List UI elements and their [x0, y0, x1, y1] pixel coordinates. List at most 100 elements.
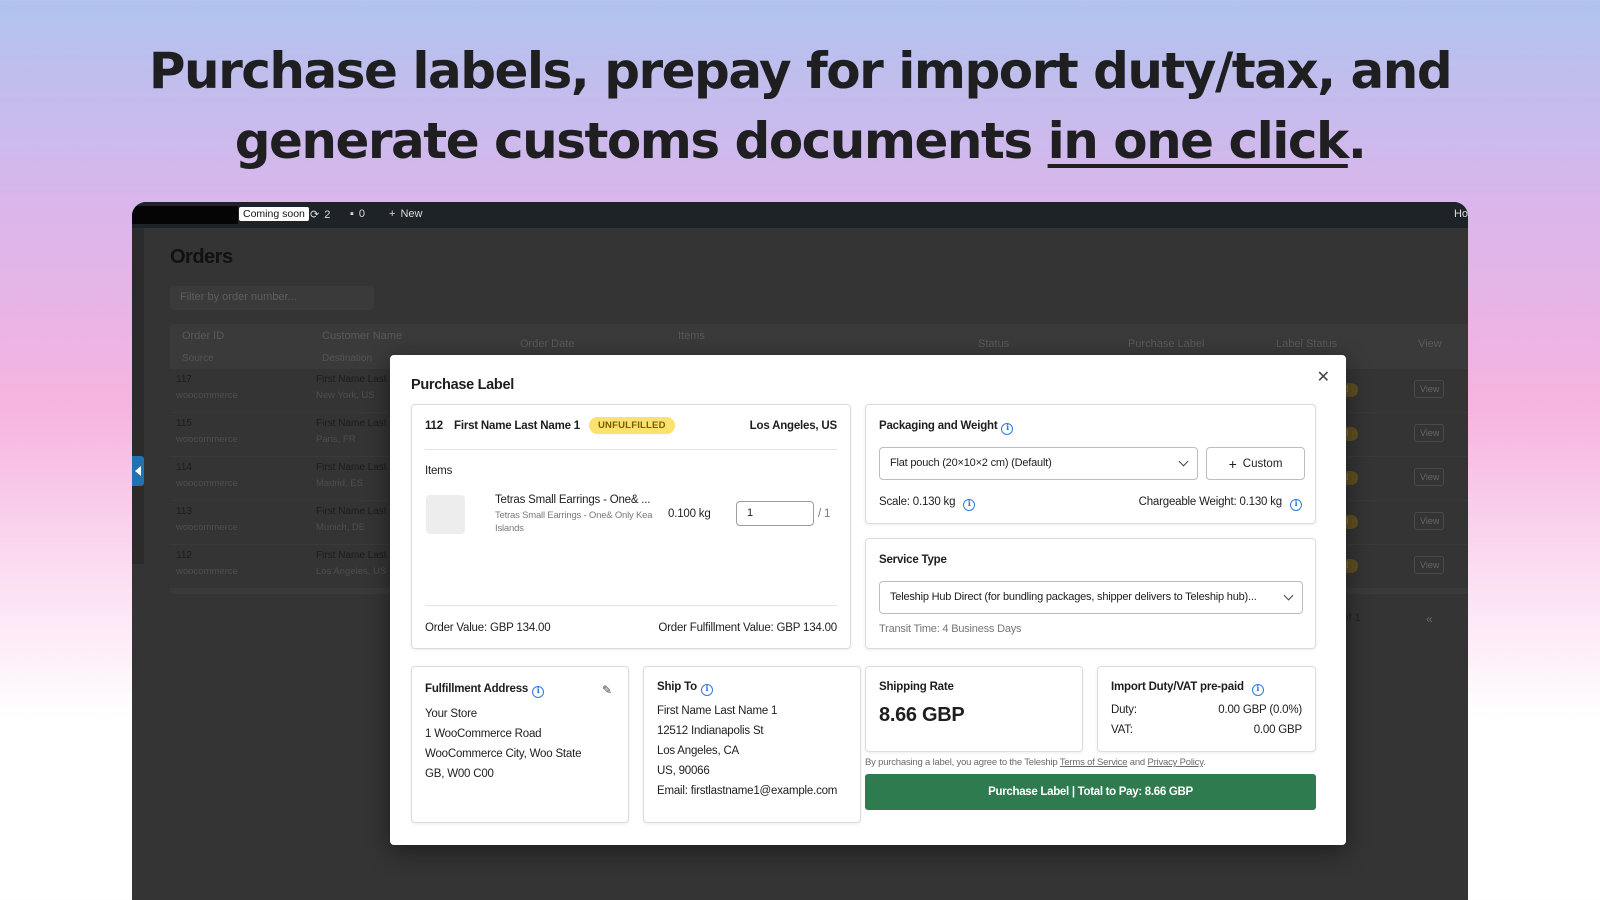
info-icon[interactable]: i: [700, 684, 713, 696]
custom-packaging-button[interactable]: + Custom: [1206, 447, 1305, 480]
item-thumbnail: [426, 495, 465, 534]
view-button[interactable]: View: [1414, 424, 1444, 442]
site-logo-block[interactable]: [132, 206, 238, 224]
purchase-label-modal: Purchase Label ✕ 112 First Name Last Nam…: [390, 355, 1346, 845]
scale-value: 0.130 kg: [912, 496, 956, 508]
fulfillment-title-text: Fulfillment Address: [425, 683, 529, 695]
col-header-label-status: Label Status: [1276, 338, 1338, 350]
scale-label: Scale:: [879, 496, 910, 508]
ship-to-title-text: Ship To: [657, 681, 697, 693]
comments-count: 0: [358, 208, 366, 220]
shipping-rate-title: Shipping Rate: [879, 681, 954, 693]
order-number: 112: [425, 420, 443, 432]
order-destination: Madrid, ES: [316, 478, 363, 489]
col-subheader-destination: Destination: [322, 353, 373, 364]
chevron-down-icon: [1283, 590, 1294, 601]
order-value: Order Value: GBP 134.00: [425, 622, 551, 634]
chargeable-value: 0.130 kg: [1239, 496, 1282, 508]
service-type-title: Service Type: [879, 554, 947, 566]
vat-label: VAT:: [1111, 724, 1133, 736]
order-id: 117: [176, 374, 192, 385]
chevron-down-icon: [1178, 456, 1189, 467]
comment-icon: ▪: [350, 208, 354, 220]
close-icon[interactable]: ✕: [1317, 367, 1330, 387]
order-id: 113: [176, 506, 192, 517]
address-line: 1 WooCommerce Road: [425, 728, 542, 740]
customer-name: First Name Last: [316, 418, 387, 429]
order-value-amount: GBP 134.00: [489, 622, 551, 634]
customer-name: First Name Last: [316, 550, 387, 561]
order-source: woocommerce: [176, 566, 238, 577]
order-destination: Los Angeles, US: [749, 420, 838, 432]
terms-link[interactable]: Terms of Service: [1060, 757, 1128, 768]
packaging-title-text: Packaging and Weight: [879, 420, 998, 432]
legal-notice: By purchasing a label, you agree to the …: [865, 757, 1206, 768]
coming-soon-badge[interactable]: Coming soon: [239, 207, 309, 221]
col-header-status[interactable]: Status: [978, 338, 1009, 350]
service-type-select[interactable]: Teleship Hub Direct (for bundling packag…: [879, 581, 1303, 614]
headline-highlight: in one click: [1047, 112, 1350, 170]
view-button[interactable]: View: [1414, 380, 1444, 398]
vat-value: 0.00 GBP: [1253, 724, 1302, 736]
fulfillment-value-label: Order Fulfillment Value:: [658, 622, 774, 634]
collapse-arrow-icon[interactable]: [132, 456, 144, 486]
purchase-label-button[interactable]: Purchase Label | Total to Pay: 8.66 GBP: [865, 774, 1316, 810]
address-line: GB, W00 C00: [425, 768, 494, 780]
order-filter-input[interactable]: Filter by order number...: [170, 286, 374, 310]
quantity-input[interactable]: 1: [736, 501, 814, 526]
order-id: 115: [176, 418, 192, 429]
legal-and: and: [1127, 757, 1148, 768]
privacy-link[interactable]: Privacy Policy: [1147, 757, 1203, 768]
order-source: woocommerce: [176, 390, 238, 401]
ship-to-card: Ship To i First Name Last Name 1 12512 In…: [643, 666, 861, 823]
headline-line-2: generate customs documents in one click.: [0, 106, 1600, 176]
marketing-headline: Purchase labels, prepay for import duty/…: [0, 36, 1600, 176]
ship-to-line: 12512 Indianapolis St: [657, 725, 764, 737]
customer-name: First Name Last: [316, 462, 387, 473]
info-icon[interactable]: i: [532, 686, 545, 698]
col-header-customer-name[interactable]: Customer Name: [322, 330, 402, 342]
pagination-prev-button[interactable]: «: [1426, 612, 1433, 626]
divider: [425, 605, 837, 606]
info-icon[interactable]: i: [1001, 423, 1014, 435]
quantity-max: / 1: [818, 508, 831, 520]
headline-line-1: Purchase labels, prepay for import duty/…: [148, 42, 1453, 100]
packaging-select[interactable]: Flat pouch (20×10×2 cm) (Default): [879, 447, 1198, 480]
info-icon[interactable]: i: [1290, 499, 1302, 511]
transit-time: Transit Time: 4 Business Days: [879, 623, 1022, 635]
col-header-order-date[interactable]: Order Date: [520, 338, 574, 350]
updates-item[interactable]: ⟳ 2: [310, 208, 330, 222]
view-button[interactable]: View: [1414, 468, 1444, 486]
import-duty-card: Import Duty/VAT pre-paid i Duty: 0.00 GBP…: [1097, 666, 1316, 752]
ship-to-line: First Name Last Name 1: [657, 705, 778, 717]
service-type-card: Service Type Teleship Hub Direct (for bu…: [865, 538, 1316, 649]
ship-to-title: Ship To i: [657, 681, 713, 696]
admin-bar-right-text[interactable]: Ho: [1454, 208, 1468, 220]
info-icon[interactable]: i: [963, 499, 976, 511]
col-header-items[interactable]: Items: [678, 330, 705, 342]
customer-name: First Name Last: [316, 374, 387, 385]
info-icon[interactable]: i: [1251, 684, 1264, 696]
order-destination: New York, US: [316, 390, 375, 401]
view-button[interactable]: View: [1414, 556, 1444, 574]
order-source: woocommerce: [176, 434, 238, 445]
ship-to-line: Los Angeles, CA: [657, 745, 740, 757]
col-header-order-id[interactable]: Order ID: [182, 330, 224, 342]
comments-item[interactable]: ▪ 0: [350, 208, 365, 220]
item-weight: 0.100 kg: [668, 508, 711, 520]
packaging-title: Packaging and Weight i: [879, 420, 1014, 435]
modal-title: Purchase Label: [411, 377, 514, 393]
order-destination: Los Angeles, US: [316, 566, 387, 577]
legal-prefix: By purchasing a label, you agree to the …: [865, 757, 1060, 768]
order-destination: Paris, FR: [316, 434, 356, 445]
packaging-card: Packaging and Weight i Flat pouch (20×10×…: [865, 404, 1316, 524]
headline-line-2-suffix: .: [1347, 112, 1367, 170]
col-header-purchase-label: Purchase Label: [1128, 338, 1205, 350]
new-item[interactable]: + New: [389, 208, 422, 220]
shipping-rate-value: 8.66 GBP: [879, 704, 965, 726]
order-destination: Munich, DE: [316, 522, 366, 533]
status-badge: UNFULFILLED: [589, 417, 675, 434]
view-button[interactable]: View: [1414, 512, 1444, 530]
fulfillment-address-title: Fulfillment Address i: [425, 683, 545, 698]
pencil-icon[interactable]: ✎: [602, 683, 612, 697]
